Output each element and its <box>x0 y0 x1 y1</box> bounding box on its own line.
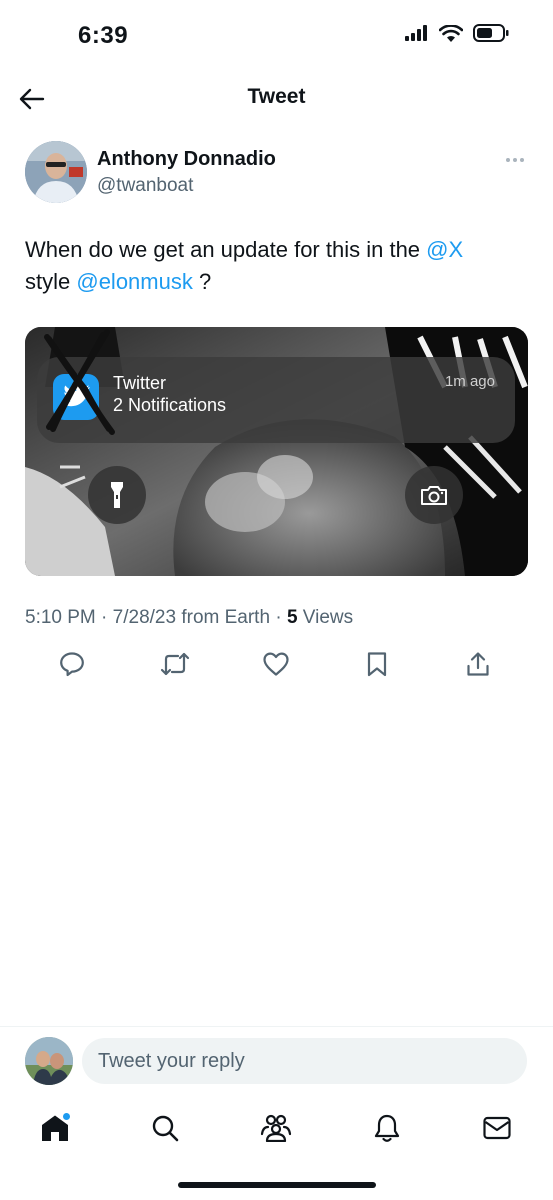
notification-time: 1m ago <box>444 373 495 390</box>
retweet-button[interactable] <box>158 648 192 680</box>
mention-link[interactable]: @elonmusk <box>76 269 193 294</box>
views-label[interactable]: Views <box>298 607 353 628</box>
unread-dot <box>62 1112 71 1121</box>
tweet-meta: 5:10 PM · 7/28/23 from Earth · 5 Views <box>25 607 353 629</box>
tab-communities[interactable] <box>256 1108 296 1148</box>
avatar[interactable] <box>25 141 87 203</box>
reply-button[interactable] <box>55 648 89 680</box>
tweet-time: 5:10 PM <box>25 607 96 628</box>
camera-button <box>405 466 463 524</box>
tab-notifications[interactable] <box>367 1108 407 1148</box>
notification-banner: Twitter 2 Notifications 1m ago <box>37 329 515 443</box>
author-handle[interactable]: @twanboat <box>97 175 193 197</box>
status-bar: 6:39 <box>0 0 553 70</box>
tweet-text-part: style <box>25 269 77 294</box>
tab-home[interactable] <box>35 1108 75 1148</box>
bookmark-icon <box>367 652 387 677</box>
bottom-tab-bar <box>0 1100 553 1160</box>
tweet-source: from Earth <box>176 607 271 628</box>
more-dot <box>506 158 510 162</box>
more-dot <box>513 158 517 162</box>
bookmark-button[interactable] <box>360 648 394 680</box>
user-avatar-image <box>25 1037 73 1085</box>
more-dot <box>520 158 524 162</box>
user-avatar[interactable] <box>25 1037 73 1085</box>
retweet-icon <box>160 652 190 676</box>
tweet-author: Anthony Donnadio @twanboat <box>25 140 530 206</box>
status-icons <box>405 24 509 42</box>
author-name[interactable]: Anthony Donnadio <box>97 148 276 171</box>
views-count[interactable]: 5 <box>287 607 298 628</box>
home-indicator[interactable] <box>178 1182 376 1188</box>
search-icon <box>152 1115 179 1142</box>
messages-icon <box>483 1116 511 1140</box>
page-title: Tweet <box>247 85 306 108</box>
nav-header: Tweet <box>0 75 553 121</box>
reply-icon <box>60 652 84 677</box>
notification-body: 2 Notifications <box>113 395 227 415</box>
more-options-button[interactable] <box>500 150 530 170</box>
avatar-image <box>25 141 87 203</box>
communities-icon <box>260 1114 292 1142</box>
like-icon <box>263 652 289 676</box>
like-button[interactable] <box>259 648 293 680</box>
share-icon <box>467 652 489 676</box>
tweet-text: When do we get an update for this in the… <box>25 234 530 298</box>
meta-separator: · <box>270 607 287 628</box>
tweet-actions <box>55 648 505 680</box>
meta-separator: · <box>95 607 113 628</box>
flashlight-button <box>88 466 146 524</box>
tab-search[interactable] <box>145 1108 185 1148</box>
tab-messages[interactable] <box>477 1108 517 1148</box>
tweet-text-part: When do we get an update for this in the <box>25 237 427 262</box>
battery-icon <box>473 24 509 42</box>
signal-icon <box>405 25 427 41</box>
reply-input[interactable] <box>82 1038 527 1084</box>
reply-bar <box>0 1026 553 1096</box>
scribble-x-overlay <box>44 329 115 435</box>
notification-title: Twitter <box>113 373 167 393</box>
share-button[interactable] <box>461 648 495 680</box>
notifications-icon <box>374 1114 400 1142</box>
mention-link[interactable]: @X <box>426 237 463 262</box>
camera-icon <box>421 486 447 505</box>
tweet-date: 7/28/23 <box>112 607 177 628</box>
flashlight-icon <box>111 482 123 508</box>
wifi-icon <box>439 24 463 42</box>
tweet-text-part: ? <box>192 269 212 294</box>
status-time: 6:39 <box>78 22 129 49</box>
tweet-media[interactable]: Twitter 2 Notifications 1m ago <box>25 327 528 576</box>
